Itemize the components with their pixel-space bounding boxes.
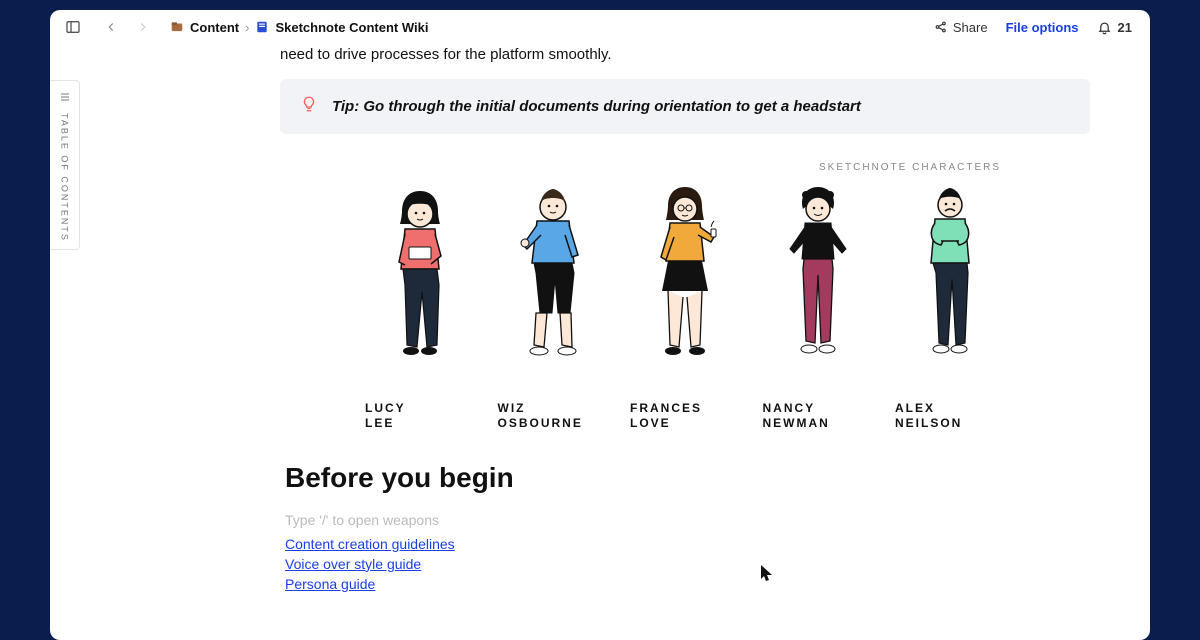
breadcrumb-root[interactable]: Content bbox=[190, 20, 239, 35]
tip-text: Tip: Go through the initial documents du… bbox=[332, 98, 861, 115]
toc-tab[interactable]: TABLE OF CONTENTS bbox=[50, 80, 80, 250]
toc-label: TABLE OF CONTENTS bbox=[60, 113, 70, 242]
nav-forward-icon[interactable] bbox=[132, 16, 154, 38]
app-window: Content › Sketchnote Content Wiki Share … bbox=[50, 10, 1150, 640]
character-name: FRANCESLOVE bbox=[630, 401, 740, 432]
links-list: + ⠿ Content creation guidelines Voice ov… bbox=[285, 536, 1090, 592]
list-item: Persona guide bbox=[285, 576, 1090, 592]
character-name: NANCYNEWMAN bbox=[763, 401, 873, 432]
share-button[interactable]: Share bbox=[934, 20, 988, 35]
topbar: Content › Sketchnote Content Wiki Share … bbox=[50, 10, 1150, 44]
tip-callout: Tip: Go through the initial documents du… bbox=[280, 79, 1090, 134]
character-illustration bbox=[768, 179, 868, 379]
bell-icon bbox=[1097, 20, 1112, 35]
link-content-guidelines[interactable]: Content creation guidelines bbox=[285, 536, 455, 552]
share-label: Share bbox=[953, 20, 988, 35]
notification-count: 21 bbox=[1118, 20, 1132, 35]
character-illustration bbox=[375, 179, 465, 379]
characters-row: LUCYLEE bbox=[365, 179, 1005, 432]
character-name: ALEXNEILSON bbox=[895, 401, 1005, 432]
breadcrumb-page[interactable]: Sketchnote Content Wiki bbox=[275, 20, 428, 35]
topbar-right: Share File options 21 bbox=[934, 20, 1132, 35]
notifications[interactable]: 21 bbox=[1097, 20, 1132, 35]
character-illustration bbox=[905, 179, 995, 379]
content-area: need to drive processes for the platform… bbox=[280, 44, 1090, 640]
nav-back-icon[interactable] bbox=[100, 16, 122, 38]
sidebar-toggle-icon[interactable] bbox=[62, 16, 84, 38]
characters-section: SKETCHNOTE CHARACTERS bbox=[365, 162, 1005, 432]
topbar-left: Content › Sketchnote Content Wiki bbox=[62, 16, 428, 38]
character-illustration bbox=[635, 179, 735, 379]
lightbulb-icon bbox=[300, 95, 318, 118]
character-frances: FRANCESLOVE bbox=[630, 179, 740, 432]
character-name: WIZOSBOURNE bbox=[498, 401, 608, 432]
character-nancy: NANCYNEWMAN bbox=[763, 179, 873, 432]
characters-caption: SKETCHNOTE CHARACTERS bbox=[365, 162, 1005, 173]
character-lucy: LUCYLEE bbox=[365, 179, 475, 432]
character-name: LUCYLEE bbox=[365, 401, 475, 432]
character-wiz: WIZOSBOURNE bbox=[498, 179, 608, 432]
link-persona-guide[interactable]: Persona guide bbox=[285, 576, 375, 592]
folder-icon bbox=[170, 20, 184, 34]
link-voice-style-guide[interactable]: Voice over style guide bbox=[285, 556, 421, 572]
list-item: + ⠿ Content creation guidelines bbox=[285, 536, 1090, 552]
toc-icon bbox=[59, 91, 71, 105]
slash-hint[interactable]: Type '/' to open weapons bbox=[285, 512, 1090, 528]
breadcrumb: Content › Sketchnote Content Wiki bbox=[170, 20, 428, 35]
section-title: Before you begin bbox=[285, 462, 1090, 494]
character-illustration bbox=[503, 179, 603, 379]
page-icon bbox=[255, 20, 269, 34]
file-options-button[interactable]: File options bbox=[1006, 20, 1079, 35]
nav-arrows bbox=[100, 16, 154, 38]
intro-paragraph: need to drive processes for the platform… bbox=[280, 44, 1090, 67]
intro-text: need to drive processes for the platform… bbox=[280, 46, 612, 63]
list-item: Voice over style guide bbox=[285, 556, 1090, 572]
breadcrumb-sep: › bbox=[245, 20, 249, 35]
character-alex: ALEXNEILSON bbox=[895, 179, 1005, 432]
